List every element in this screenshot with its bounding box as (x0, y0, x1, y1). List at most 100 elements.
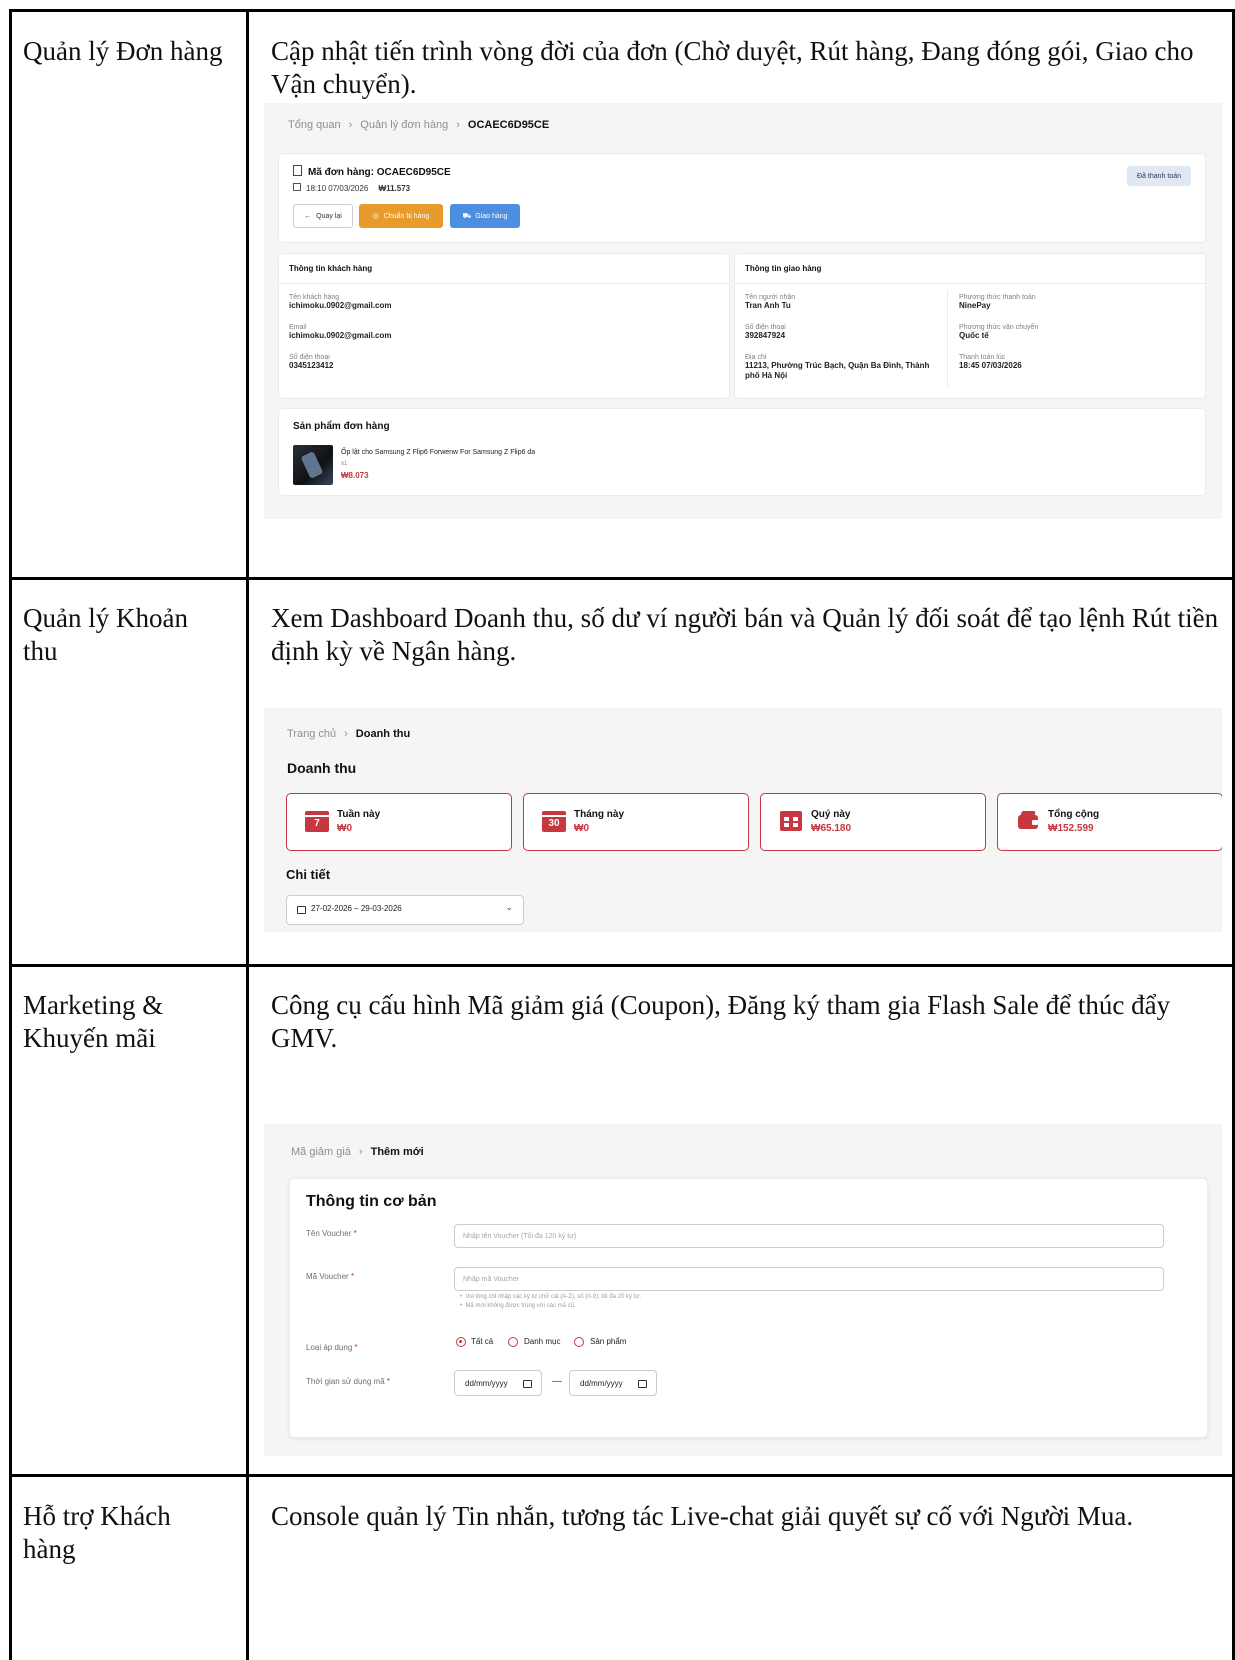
hint-text: Mã mới không được trùng với các mã cũ. (465, 1303, 576, 1309)
recipient-phone-field: Số điện thoại 392847924 (745, 324, 786, 340)
detail-title: Chi tiết (286, 867, 331, 882)
radio-product[interactable] (574, 1337, 584, 1347)
description-cell-revenue: Xem Dashboard Doanh thu, số dư ví người … (271, 603, 1219, 666)
date-separator: — (552, 1376, 562, 1387)
feature-cell-revenue: Quản lý Khoản thu (23, 603, 188, 666)
card-value: ₩0 (337, 823, 352, 834)
apply-type-label: Loại áp dụng * (306, 1343, 358, 1352)
field-label: Email (289, 324, 307, 331)
calendar-icon (293, 183, 301, 191)
radio-product-label[interactable]: Sản phẩm (590, 1337, 626, 1346)
ship-button-label: Giao hàng (475, 212, 508, 220)
voucher-name-input[interactable]: Nhập tên Voucher (Tối đa 120 ký tự) (454, 1224, 1164, 1248)
card-label: Quý này (811, 809, 851, 820)
product-name[interactable]: Ốp lật cho Samsung Z Flip6 Forwenw For S… (341, 449, 535, 456)
product-thumbnail[interactable] (293, 445, 333, 485)
breadcrumb-item[interactable]: Quản lý đơn hàng (360, 119, 448, 131)
label-text: Tên Voucher (306, 1229, 352, 1238)
revenue-card-total[interactable]: Tổng cộng ₩152.599 (997, 793, 1222, 851)
divider (947, 290, 948, 388)
required-mark: * (350, 1272, 355, 1281)
back-button-label: Quay lại (316, 212, 342, 220)
start-date-input[interactable]: dd/mm/yyyy (454, 1370, 542, 1396)
description-cell-marketing: Công cụ cấu hình Mã giảm giá (Coupon), Đ… (271, 990, 1171, 1053)
chevron-down-icon: ⌄ (505, 902, 513, 912)
code-hint-2: • Mã mới không được trùng với các mã cũ. (460, 1303, 576, 1309)
breadcrumb-item[interactable]: Mã giảm giá (291, 1146, 351, 1158)
field-label: Thanh toán lúc (959, 354, 1006, 361)
radio-all-label[interactable]: Tất cả (471, 1337, 493, 1346)
recipient-field: Tên người nhận Tran Anh Tu (745, 294, 795, 310)
customer-name-field: Tên khách hàng ichimoku.0902@gmail.com (289, 294, 392, 310)
field-value: ichimoku.0902@gmail.com (289, 331, 392, 340)
date-range-value: 27-02-2026 – 29-03-2026 (311, 904, 402, 913)
receipt-icon (293, 165, 302, 176)
breadcrumb: Trang chủ › Doanh thu (287, 728, 411, 740)
prepare-button[interactable]: ◎ Chuẩn bị hàng (359, 204, 443, 228)
field-label: Phương thức vận chuyển (959, 324, 1039, 331)
voucher-code-label: Mã Voucher * (306, 1272, 354, 1281)
customer-email-field: Email ichimoku.0902@gmail.com (289, 324, 392, 340)
card-value: ₩65.180 (811, 823, 852, 834)
calendar-month-icon: 30 (542, 808, 566, 832)
wallet-icon (1016, 808, 1040, 832)
revenue-card-quarter[interactable]: Quý này ₩65.180 (760, 793, 986, 851)
placeholder: Nhập mã Voucher (463, 1275, 520, 1283)
order-datetime: 18:10 07/03/2026 (306, 184, 369, 193)
breadcrumb: Mã giảm giá › Thêm mới (291, 1146, 424, 1158)
code-hint-1: • Vui lòng chỉ nhập các ký tự chữ cái (A… (460, 1294, 641, 1300)
breadcrumb-current: Doanh thu (355, 728, 411, 740)
revenue-card-month[interactable]: 30 Tháng này ₩0 (523, 793, 749, 851)
field-label: Phương thức thanh toán (959, 294, 1036, 301)
calendar-icon[interactable] (638, 1380, 647, 1388)
product-qty: x1 (341, 461, 348, 467)
description-cell-orders: Cập nhật tiến trình vòng đời của đơn (Ch… (271, 36, 1194, 99)
breadcrumb-item[interactable]: Tổng quan (288, 119, 341, 131)
radio-category[interactable] (508, 1337, 518, 1347)
order-detail-screenshot: Tổng quan › Quản lý đơn hàng › OCAEC6D95CE M… (264, 103, 1222, 519)
voucher-code-input[interactable]: Nhập mã Voucher (454, 1267, 1164, 1291)
address-field: Địa chỉ 11213, Phường Trúc Bạch, Quận Ba… (745, 354, 941, 381)
required-mark: * (354, 1343, 358, 1352)
order-meta: 18:10 07/03/2026 ₩11.573 (293, 183, 410, 193)
hint-text: Vui lòng chỉ nhập các ký tự chữ cái (A-Z… (465, 1294, 641, 1300)
order-code-row: Mã đơn hàng: OCAEC6D95CE (293, 165, 451, 178)
order-code: Mã đơn hàng: OCAEC6D95CE (308, 167, 451, 178)
customer-info-card: Thông tin khách hàng Tên khách hàng ichi… (278, 253, 730, 399)
status-badge: Đã thanh toán (1127, 166, 1191, 186)
revenue-title: Doanh thu (287, 760, 357, 776)
field-label: Tên khách hàng (289, 294, 340, 301)
usage-time-label: Thời gian sử dụng mã * (306, 1377, 390, 1386)
calendar-icon[interactable] (523, 1380, 532, 1388)
breadcrumb-current: OCAEC6D95CE (467, 119, 550, 131)
ship-button[interactable]: ⛟ Giao hàng (450, 204, 520, 228)
field-label: Tên người nhận (745, 294, 796, 301)
field-value: ichimoku.0902@gmail.com (289, 301, 392, 310)
shipping-info-card: Thông tin giao hàng Tên người nhận Tran … (734, 253, 1206, 399)
section-title: Thông tin cơ bản (306, 1193, 437, 1210)
box-icon: ◎ (372, 213, 379, 220)
radio-all[interactable] (456, 1337, 466, 1347)
shipping-method-field: Phương thức vận chuyển Quốc tế (959, 324, 1038, 340)
radio-category-label[interactable]: Danh mục (524, 1337, 560, 1346)
breadcrumb-current: Thêm mới (370, 1146, 424, 1158)
field-value: 392847924 (745, 331, 786, 340)
date-range-picker[interactable]: 27-02-2026 – 29-03-2026 ⌄ (286, 895, 524, 925)
back-button[interactable]: ← Quay lại (293, 204, 353, 228)
end-date-input[interactable]: dd/mm/yyyy (569, 1370, 657, 1396)
breadcrumb-item[interactable]: Trang chủ (287, 728, 336, 740)
label-text: Thời gian sử dụng mã (306, 1377, 385, 1386)
voucher-name-label: Tên Voucher * (306, 1229, 357, 1238)
order-products-card: Sản phẩm đơn hàng Ốp lật cho Samsung Z F… (278, 408, 1206, 496)
field-value: 18:45 07/03/2026 (959, 361, 1022, 370)
required-mark: * (353, 1229, 357, 1238)
card-label: Tháng này (574, 809, 625, 820)
arrow-left-icon: ← (304, 212, 312, 220)
revenue-card-week[interactable]: 7 Tuần này ₩0 (286, 793, 512, 851)
divider (735, 283, 1205, 284)
description-cell-support: Console quản lý Tin nhắn, tương tác Live… (271, 1501, 1134, 1531)
placeholder: Nhập tên Voucher (Tối đa 120 ký tự) (463, 1232, 577, 1240)
calendar-grid-icon (779, 808, 803, 832)
card-value: ₩0 (574, 823, 589, 834)
calendar-icon (297, 906, 306, 914)
